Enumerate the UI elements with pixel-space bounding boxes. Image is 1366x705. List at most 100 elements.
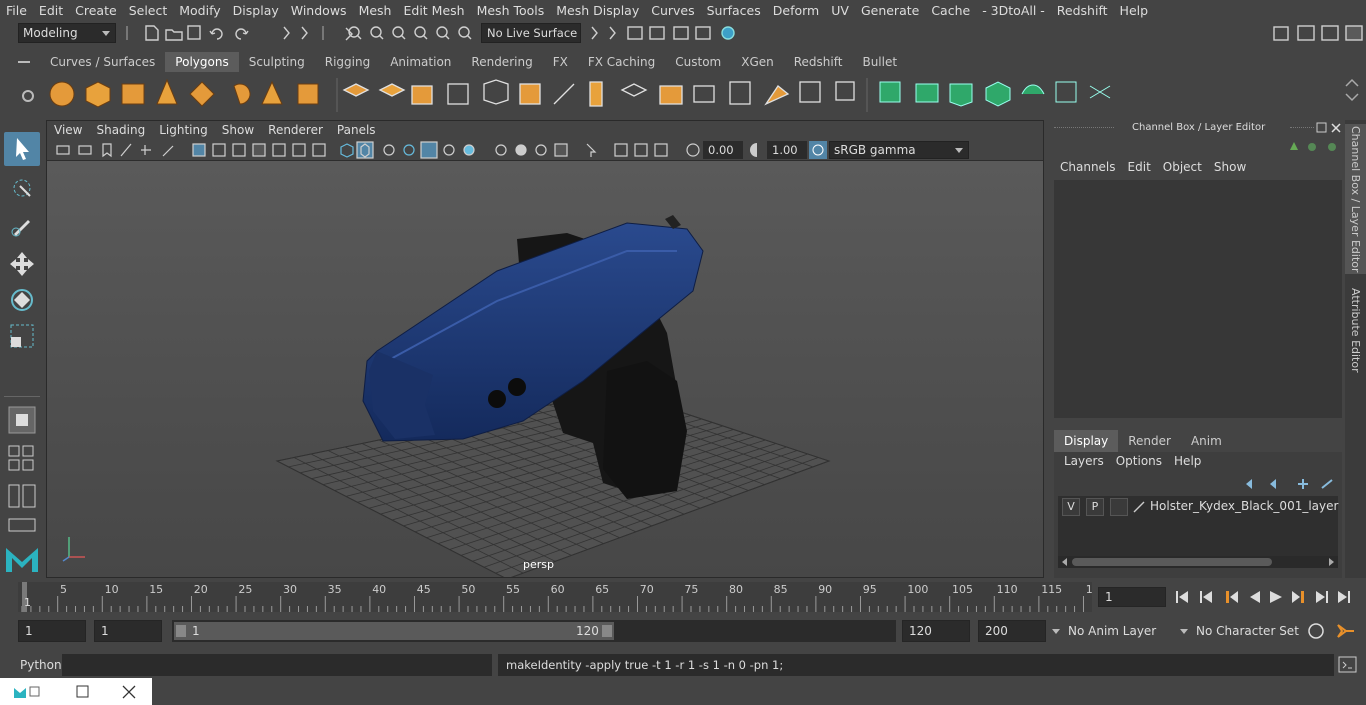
menu-help[interactable]: Help bbox=[1114, 3, 1155, 18]
scroll-right-icon[interactable] bbox=[1326, 557, 1336, 567]
layer-menu-options[interactable]: Options bbox=[1110, 454, 1168, 472]
menu-edit-mesh[interactable]: Edit Mesh bbox=[397, 3, 470, 18]
shelf-scroll-icon[interactable] bbox=[1342, 74, 1362, 112]
vp-menu-shading[interactable]: Shading bbox=[89, 123, 152, 137]
vp-menu-show[interactable]: Show bbox=[215, 123, 261, 137]
panel-drag-handle[interactable] bbox=[1054, 127, 1114, 130]
anim-end-field[interactable]: 200 bbox=[978, 620, 1046, 642]
layer-tab-render[interactable]: Render bbox=[1118, 430, 1181, 452]
side-tab-channel-box[interactable]: Channel Box / Layer Editor bbox=[1345, 124, 1366, 274]
range-end-grip[interactable] bbox=[602, 625, 612, 637]
layout-single-icon[interactable] bbox=[8, 444, 36, 474]
layer-menu-layers[interactable]: Layers bbox=[1058, 454, 1110, 472]
menu-display[interactable]: Display bbox=[227, 3, 285, 18]
panel-window-controls[interactable] bbox=[1316, 122, 1344, 134]
paint-select-icon[interactable] bbox=[8, 212, 36, 240]
vp-menu-lighting[interactable]: Lighting bbox=[152, 123, 215, 137]
close-icon[interactable] bbox=[122, 685, 136, 699]
layer-color-icon[interactable] bbox=[1132, 500, 1146, 514]
mode-dropdown[interactable]: Modeling bbox=[18, 23, 116, 43]
cmd-language-label[interactable]: Python bbox=[20, 658, 62, 672]
current-frame-field[interactable]: 1 bbox=[1098, 587, 1166, 607]
layer-tab-display[interactable]: Display bbox=[1054, 430, 1119, 452]
viewport-panel[interactable]: View Shading Lighting Show Renderer Pane… bbox=[46, 120, 1044, 580]
range-slider[interactable]: 1 120 bbox=[172, 620, 896, 642]
playback-start-field[interactable]: 1 bbox=[94, 620, 162, 642]
shelf-settings-icon[interactable] bbox=[20, 88, 36, 104]
exposure-field[interactable]: 0.00 bbox=[703, 141, 743, 159]
channel-box-content[interactable] bbox=[1054, 180, 1342, 418]
live-surface-field[interactable]: No Live Surface bbox=[481, 23, 581, 43]
playback-end-field[interactable]: 120 bbox=[902, 620, 970, 642]
layer-menu-help[interactable]: Help bbox=[1168, 454, 1207, 472]
menu-deform[interactable]: Deform bbox=[767, 3, 825, 18]
maximize-icon[interactable] bbox=[76, 685, 90, 699]
colorspace-dropdown[interactable]: sRGB gamma bbox=[829, 141, 969, 159]
lasso-tool-icon[interactable] bbox=[8, 176, 36, 204]
layer-visibility-toggle[interactable]: V bbox=[1062, 498, 1080, 516]
shelf-tab-rendering[interactable]: Rendering bbox=[461, 52, 542, 72]
shelf-tab-fx[interactable]: FX bbox=[543, 52, 578, 72]
cb-menu-edit[interactable]: Edit bbox=[1122, 160, 1157, 178]
scale-tool-icon[interactable] bbox=[8, 322, 36, 350]
shelf-tab-polygons[interactable]: Polygons bbox=[165, 52, 239, 72]
range-start-grip[interactable] bbox=[176, 625, 186, 637]
range-slider-handle[interactable]: 1 120 bbox=[174, 622, 614, 640]
vp-menu-view[interactable]: View bbox=[47, 123, 89, 137]
menu-file[interactable]: File bbox=[0, 3, 33, 18]
menu-create[interactable]: Create bbox=[69, 3, 123, 18]
script-editor-icon[interactable] bbox=[1338, 656, 1358, 674]
shelf-tab-sculpting[interactable]: Sculpting bbox=[239, 52, 315, 72]
character-set-dropdown[interactable]: No Character Set bbox=[1178, 620, 1302, 642]
layer-name[interactable]: Holster_Kydex_Black_001_layer bbox=[1150, 499, 1338, 513]
menu-redshift[interactable]: Redshift bbox=[1051, 3, 1114, 18]
shelf-tab-curves-surfaces[interactable]: Curves / Surfaces bbox=[40, 52, 165, 72]
menu-edit[interactable]: Edit bbox=[33, 3, 69, 18]
scene-view[interactable]: persp bbox=[47, 161, 1043, 580]
menu-mesh[interactable]: Mesh bbox=[353, 3, 398, 18]
move-tool-icon[interactable] bbox=[8, 250, 36, 278]
shelf-tab-custom[interactable]: Custom bbox=[665, 52, 731, 72]
layer-scroll-thumb[interactable] bbox=[1072, 558, 1272, 566]
soft-select-icon[interactable] bbox=[8, 406, 36, 434]
scroll-left-icon[interactable] bbox=[1060, 557, 1070, 567]
menu-uv[interactable]: UV bbox=[825, 3, 855, 18]
layout-two-pane-icon[interactable] bbox=[8, 484, 36, 510]
menu-generate[interactable]: Generate bbox=[855, 3, 925, 18]
vp-menu-renderer[interactable]: Renderer bbox=[261, 123, 330, 137]
time-ruler[interactable]: 5 10 15 20 25 30 35 40 45 50 55 60 65 70 75 80 85 90 95 100… bbox=[18, 582, 1100, 612]
layer-tab-anim[interactable]: Anim bbox=[1181, 430, 1232, 452]
layout-outliner-icon[interactable] bbox=[8, 518, 36, 532]
menu-curves[interactable]: Curves bbox=[645, 3, 700, 18]
layer-display-type-toggle[interactable] bbox=[1110, 498, 1128, 516]
cb-menu-show[interactable]: Show bbox=[1208, 160, 1252, 178]
rotate-tool-icon[interactable] bbox=[8, 286, 36, 314]
select-tool-button[interactable] bbox=[4, 132, 40, 166]
menu-modify[interactable]: Modify bbox=[173, 3, 226, 18]
cb-menu-object[interactable]: Object bbox=[1157, 160, 1208, 178]
menu-3dtoall[interactable]: - 3DtoAll - bbox=[976, 3, 1051, 18]
shelf-tab-redshift[interactable]: Redshift bbox=[784, 52, 853, 72]
menu-select[interactable]: Select bbox=[123, 3, 174, 18]
time-slider[interactable]: 5 10 15 20 25 30 35 40 45 50 55 60 65 70 75 80 85 90 95 100… bbox=[0, 580, 1366, 616]
cb-menu-channels[interactable]: Channels bbox=[1054, 160, 1122, 178]
shelf-tab-bullet[interactable]: Bullet bbox=[852, 52, 907, 72]
menu-mesh-display[interactable]: Mesh Display bbox=[550, 3, 645, 18]
color-management-icon[interactable] bbox=[809, 141, 827, 159]
layer-playback-toggle[interactable]: P bbox=[1086, 498, 1104, 516]
menu-cache[interactable]: Cache bbox=[925, 3, 976, 18]
restore-window-icon[interactable] bbox=[12, 684, 42, 700]
vp-menu-panels[interactable]: Panels bbox=[330, 123, 383, 137]
layer-scrollbar[interactable] bbox=[1058, 556, 1338, 568]
menu-surfaces[interactable]: Surfaces bbox=[701, 3, 767, 18]
menu-mesh-tools[interactable]: Mesh Tools bbox=[471, 3, 551, 18]
side-tab-attribute-editor[interactable]: Attribute Editor bbox=[1345, 280, 1366, 380]
shelf-tab-xgen[interactable]: XGen bbox=[731, 52, 784, 72]
anim-start-field[interactable]: 1 bbox=[18, 620, 86, 642]
layer-row[interactable]: V P Holster_Kydex_Black_001_layer bbox=[1058, 496, 1338, 518]
shelf-tab-rigging[interactable]: Rigging bbox=[315, 52, 380, 72]
cmd-input[interactable] bbox=[62, 654, 492, 676]
shelf-tab-animation[interactable]: Animation bbox=[380, 52, 461, 72]
shelf-menu-icon[interactable] bbox=[18, 52, 30, 72]
menu-windows[interactable]: Windows bbox=[285, 3, 353, 18]
